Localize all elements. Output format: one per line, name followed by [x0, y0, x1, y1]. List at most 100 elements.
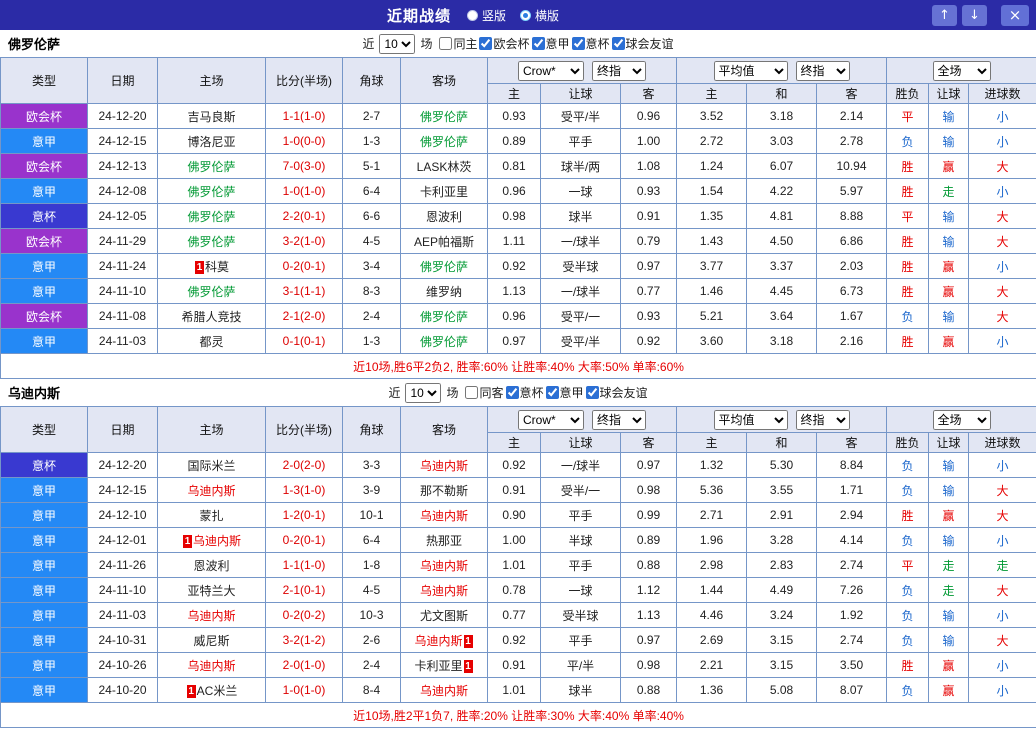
- handicap-stage-select[interactable]: 终指: [592, 410, 646, 430]
- away-team-link[interactable]: 卡利亚里: [420, 185, 468, 199]
- home-team-link[interactable]: 乌迪内斯: [187, 659, 235, 673]
- away-team-link[interactable]: 维罗纳: [426, 285, 462, 299]
- home-team-link[interactable]: 亚特兰大: [187, 584, 235, 598]
- checkbox-input[interactable]: [479, 37, 492, 50]
- average-stage-select[interactable]: 终指: [796, 61, 850, 81]
- checkbox-input[interactable]: [465, 386, 478, 399]
- avg-draw: 5.08: [747, 678, 817, 703]
- match-date: 24-11-08: [88, 304, 158, 329]
- home-team-link[interactable]: 乌迪内斯: [187, 484, 235, 498]
- corners: 8-3: [343, 279, 401, 304]
- match-count-select[interactable]: 10: [405, 383, 441, 403]
- match-row: 欧会杯 24-12-20 吉马良斯 1-1(1-0) 2-7 佛罗伦萨 0.93…: [1, 104, 1036, 129]
- layout-option-vertical[interactable]: 竖版: [467, 7, 506, 24]
- away-team-link[interactable]: LASK林茨: [417, 160, 472, 174]
- away-team-link[interactable]: 乌迪内斯: [420, 459, 468, 473]
- result-goals: 小: [969, 678, 1036, 703]
- match-row: 意甲 24-10-31 威尼斯 3-2(1-2) 2-6 乌迪内斯1 0.92 …: [1, 628, 1036, 653]
- checkbox-input[interactable]: [612, 37, 625, 50]
- away-team-link[interactable]: 乌迪内斯: [420, 684, 468, 698]
- bookmaker-select[interactable]: Crow*: [518, 410, 584, 430]
- filter-checkbox[interactable]: 意杯: [506, 384, 544, 401]
- col-header-home: 主场: [158, 407, 266, 453]
- away-team-link[interactable]: 佛罗伦萨: [420, 110, 468, 124]
- away-team-link[interactable]: 佛罗伦萨: [420, 335, 468, 349]
- filter-checkbox[interactable]: 欧会杯: [479, 35, 529, 52]
- away-team-link[interactable]: 乌迪内斯: [420, 559, 468, 573]
- result-wdl: 胜: [887, 653, 929, 678]
- close-button[interactable]: ×: [1001, 5, 1029, 26]
- avg-away: 3.50: [817, 653, 887, 678]
- home-team-link[interactable]: 佛罗伦萨: [187, 285, 235, 299]
- layout-option-horizontal[interactable]: 横版: [520, 7, 559, 24]
- away-team-link[interactable]: AEP帕福斯: [414, 235, 474, 249]
- away-team-link[interactable]: 热那亚: [426, 534, 462, 548]
- match-date: 24-12-20: [88, 453, 158, 478]
- home-team-link[interactable]: 佛罗伦萨: [187, 235, 235, 249]
- checkbox-input[interactable]: [546, 386, 559, 399]
- home-team-link[interactable]: 博洛尼亚: [187, 135, 235, 149]
- match-count-select[interactable]: 10: [379, 34, 415, 54]
- away-team-link[interactable]: 乌迪内斯: [420, 584, 468, 598]
- result-goals: 大: [969, 578, 1036, 603]
- filter-checkbox[interactable]: 球会友谊: [586, 384, 648, 401]
- average-select[interactable]: 平均值: [714, 61, 788, 81]
- away-team-link[interactable]: 尤文图斯: [420, 609, 468, 623]
- avg-home: 3.77: [677, 254, 747, 279]
- near-label: 近: [388, 384, 400, 401]
- filter-checkbox[interactable]: 意甲: [546, 384, 584, 401]
- filter-checkbox[interactable]: 意甲: [532, 35, 570, 52]
- checkbox-label: 同主: [453, 35, 477, 52]
- home-team-link[interactable]: 希腊人竞技: [181, 310, 241, 324]
- average-stage-select[interactable]: 终指: [796, 410, 850, 430]
- home-team-link[interactable]: 佛罗伦萨: [187, 160, 235, 174]
- away-team-link[interactable]: 佛罗伦萨: [420, 310, 468, 324]
- home-team-link[interactable]: 威尼斯: [193, 634, 229, 648]
- fulltime-scope-select[interactable]: 全场: [933, 61, 991, 81]
- home-team-link[interactable]: 科莫: [205, 260, 229, 274]
- bookmaker-select[interactable]: Crow*: [518, 61, 584, 81]
- home-team-link[interactable]: 吉马良斯: [187, 110, 235, 124]
- filter-checkbox[interactable]: 球会友谊: [612, 35, 674, 52]
- odds-home: 1.13: [488, 279, 541, 304]
- move-down-button[interactable]: ↓: [962, 5, 987, 26]
- odds-home: 0.89: [488, 129, 541, 154]
- away-team-link[interactable]: 乌迪内斯: [414, 634, 462, 648]
- away-team-link[interactable]: 恩波利: [426, 210, 462, 224]
- home-team-link[interactable]: AC米兰: [197, 684, 238, 698]
- checkbox-input[interactable]: [572, 37, 585, 50]
- average-select[interactable]: 平均值: [714, 410, 788, 430]
- corners: 4-5: [343, 578, 401, 603]
- avg-home: 2.21: [677, 653, 747, 678]
- home-team-link[interactable]: 乌迪内斯: [193, 534, 241, 548]
- away-team-link[interactable]: 卡利亚里: [414, 659, 462, 673]
- home-team-link[interactable]: 蒙扎: [199, 509, 223, 523]
- move-up-button[interactable]: ↑: [932, 5, 957, 26]
- away-team-link[interactable]: 佛罗伦萨: [420, 260, 468, 274]
- home-team-link[interactable]: 恩波利: [193, 559, 229, 573]
- home-team-link[interactable]: 乌迪内斯: [187, 609, 235, 623]
- away-team-link[interactable]: 那不勒斯: [420, 484, 468, 498]
- away-cell: 那不勒斯: [401, 478, 488, 503]
- home-team-link[interactable]: 佛罗伦萨: [187, 210, 235, 224]
- checkbox-input[interactable]: [439, 37, 452, 50]
- home-team-link[interactable]: 都灵: [199, 335, 223, 349]
- fulltime-scope-select[interactable]: 全场: [933, 410, 991, 430]
- home-team-link[interactable]: 佛罗伦萨: [187, 185, 235, 199]
- filter-checkbox[interactable]: 同客: [465, 384, 503, 401]
- avg-home: 1.32: [677, 453, 747, 478]
- home-cell: 乌迪内斯: [158, 603, 266, 628]
- checkbox-input[interactable]: [506, 386, 519, 399]
- result-handicap: 输: [929, 478, 969, 503]
- away-team-link[interactable]: 乌迪内斯: [420, 509, 468, 523]
- away-team-link[interactable]: 佛罗伦萨: [420, 135, 468, 149]
- filter-checkbox[interactable]: 同主: [439, 35, 477, 52]
- filter-checkbox[interactable]: 意杯: [572, 35, 610, 52]
- checkbox-input[interactable]: [586, 386, 599, 399]
- handicap-stage-select[interactable]: 终指: [592, 61, 646, 81]
- home-team-link[interactable]: 国际米兰: [187, 459, 235, 473]
- competition-badge: 欧会杯: [1, 304, 88, 329]
- match-date: 24-12-15: [88, 129, 158, 154]
- result-goals: 小: [969, 528, 1036, 553]
- checkbox-input[interactable]: [532, 37, 545, 50]
